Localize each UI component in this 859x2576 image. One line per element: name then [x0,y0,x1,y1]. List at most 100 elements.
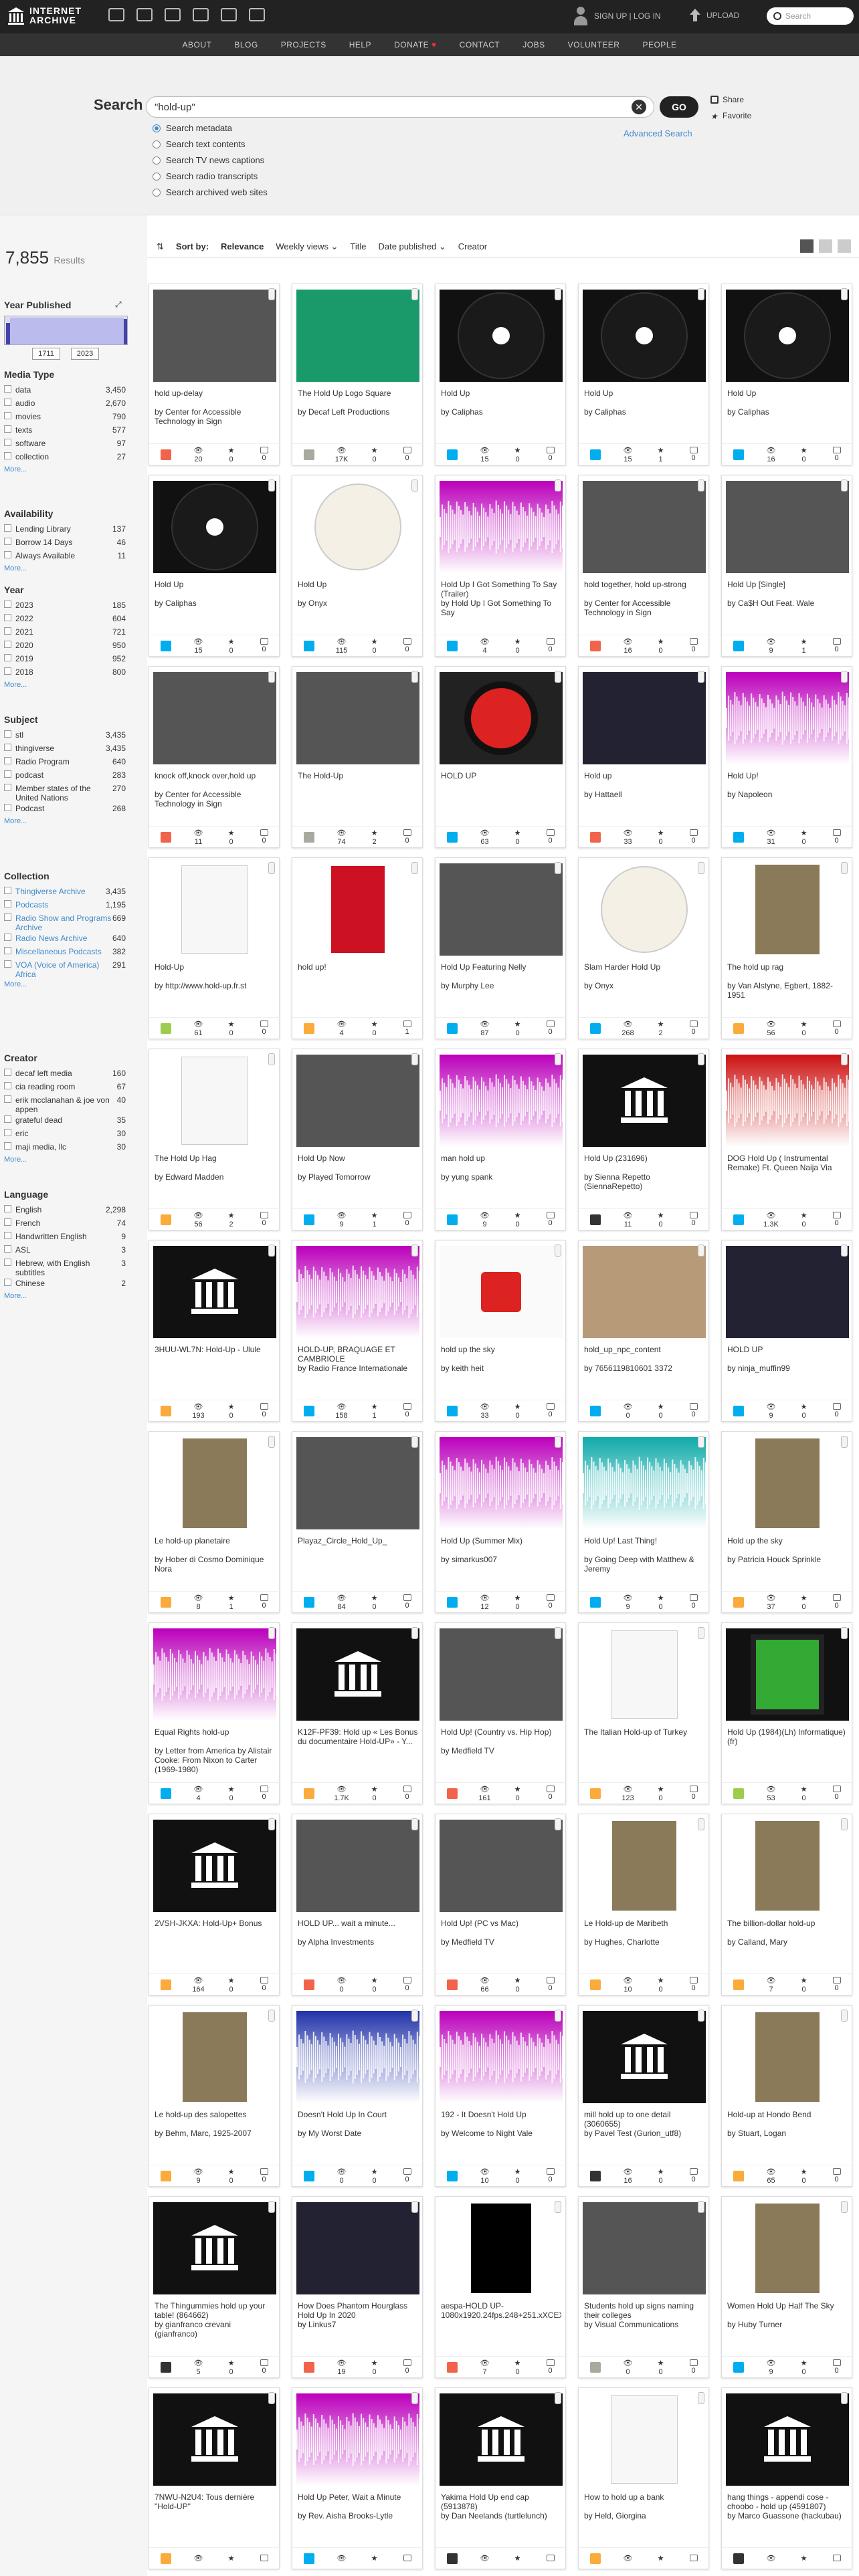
result-card[interactable]: mill hold up to one detail (3060655) by P… [578,2005,710,2187]
card-title[interactable]: The hold up rag [727,962,848,972]
top-search-input[interactable]: Search [767,7,854,25]
facet-more-link[interactable]: More... [4,681,27,689]
search-input[interactable]: "hold-up" [146,96,654,118]
result-card[interactable]: HOLD UP by ninja_muffin99 👁 9 ★ 0 0 [721,1240,853,1422]
card-title[interactable]: Hold Up I Got Something To Say (Trailer) [441,580,561,599]
photo-thumbnail[interactable] [583,2202,706,2294]
vinyl-thumbnail[interactable] [583,290,706,382]
result-card[interactable]: Hold Up by Caliphas 👁 15 ★ 0 0 [435,284,567,465]
facet-item[interactable]: Lending Library 137 [4,524,126,534]
result-card[interactable]: HOLD-UP, BRAQUAGE ET CAMBRIOLE by Radio F… [292,1240,423,1422]
nav-people[interactable]: PEOPLE [642,40,676,49]
sort-date[interactable]: Date published ⌄ [378,241,446,252]
result-card[interactable]: hold up! 👁 4 ★ 0 1 [292,857,423,1039]
year-histogram[interactable]: 1711 2023 [4,316,128,361]
result-card[interactable]: hold together, hold up-strong by Center f… [578,475,710,657]
facet-more-link[interactable]: More... [4,1292,27,1300]
card-title[interactable]: The Hold-Up [298,771,418,780]
facet-checkbox[interactable] [4,538,11,545]
facet-checkbox[interactable] [4,757,11,764]
facet-item[interactable]: collection 27 [4,452,126,461]
facet-more-link[interactable]: More... [4,1156,27,1164]
option-tv[interactable]: Search TV news captions [153,155,268,165]
photo-thumbnail[interactable] [296,1820,419,1912]
facet-checkbox[interactable] [4,654,11,661]
card-title[interactable]: Hold Up [298,580,418,589]
card-title[interactable]: 2VSH-JKXA: Hold-Up+ Bonus [155,1919,275,1928]
advanced-search-link[interactable]: Advanced Search [624,128,692,138]
software-icon[interactable] [221,8,237,21]
result-card[interactable]: HOLD UP 👁 63 ★ 0 0 [435,666,567,848]
facet-checkbox[interactable] [4,399,11,406]
result-card[interactable]: The Thingummies hold up your table! (864… [149,2196,280,2378]
waveform-thumbnail[interactable] [440,2011,563,2103]
card-title[interactable]: Slam Harder Hold Up [584,962,704,972]
result-card[interactable]: Hold Up! Last Thing! by Going Deep with M… [578,1431,710,1613]
card-title[interactable]: HOLD UP [727,1345,848,1354]
facet-more-link[interactable]: More... [4,817,27,825]
result-card[interactable]: Hold Up [Single] by Ca$H Out Feat. Wale 👁 9… [721,475,853,657]
vinyl-thumbnail[interactable] [583,863,706,956]
result-card[interactable]: hold_up_npc_content by 7656119810601 3372… [578,1240,710,1422]
facet-item[interactable]: Radio Program 640 [4,757,126,766]
result-card[interactable]: Hold-up at Hondo Bend by Stuart, Logan 👁 65… [721,2005,853,2187]
card-title[interactable]: Women Hold Up Half The Sky [727,2301,848,2311]
facet-item[interactable]: Member states of the United Nations 270 [4,784,126,802]
result-card[interactable]: The Hold-Up 👁 74 ★ 2 0 [292,666,423,848]
audio-icon[interactable] [193,8,209,21]
logo[interactable]: INTERNET ARCHIVE [7,5,81,25]
card-title[interactable]: Playaz_Circle_Hold_Up_ [298,1536,418,1545]
book-cover-thumbnail[interactable] [726,1437,849,1529]
option-web[interactable]: Search archived web sites [153,187,268,197]
result-card[interactable]: Hold-Up by http://www.hold-up.fr.st 👁 61 ★ 0 0 [149,857,280,1039]
card-title[interactable]: Hold Up [Single] [727,580,848,589]
card-title[interactable]: DOG Hold Up ( Instrumental Remake) Ft. Q… [727,1154,848,1172]
result-card[interactable]: The Italian Hold-up of Turkey 👁 123 ★ 0 0 [578,1622,710,1804]
facet-checkbox[interactable] [4,1142,11,1150]
facet-item[interactable]: French 74 [4,1218,126,1228]
facet-checkbox[interactable] [4,1082,11,1089]
facet-checkbox[interactable] [4,887,11,894]
result-card[interactable]: Playaz_Circle_Hold_Up_ 👁 84 ★ 0 0 [292,1431,423,1613]
result-card[interactable]: K12F-PF39: Hold up « Les Bonus du docume… [292,1622,423,1804]
result-card[interactable]: Hold Up by Caliphas 👁 15 ★ 1 0 [578,284,710,465]
card-title[interactable]: Hold Up (231696) [584,1154,704,1163]
result-card[interactable]: Hold Up Peter, Wait a Minute by Rev. Aish… [292,2387,423,2569]
result-card[interactable]: hold up-delay by Center for Accessible Te… [149,284,280,465]
facet-item[interactable]: thingiverse 3,435 [4,744,126,753]
book-cover-thumbnail[interactable] [726,863,849,956]
card-title[interactable]: Hold up [584,771,704,780]
facet-item[interactable]: decaf left media 160 [4,1069,126,1078]
waveform-thumbnail[interactable] [296,2393,419,2486]
facet-item[interactable]: Always Available 11 [4,551,126,560]
sort-relevance[interactable]: Relevance [221,241,264,251]
result-card[interactable]: Hold Up by Onyx 👁 115 ★ 0 0 [292,475,423,657]
facet-item[interactable]: texts 577 [4,425,126,435]
card-title[interactable]: Doesn't Hold Up In Court [298,2110,418,2119]
card-title[interactable]: hold up! [298,962,418,972]
sort-title[interactable]: Title [350,241,366,251]
cat-thumbnail[interactable] [583,1246,706,1338]
images-icon[interactable] [249,8,265,21]
result-card[interactable]: Hold Up (Summer Mix) by simarkus007 👁 12 ★ 0 0 [435,1431,567,1613]
go-button[interactable]: GO [660,96,698,118]
facet-checkbox[interactable] [4,804,11,811]
facet-item[interactable]: Borrow 14 Days 46 [4,538,126,547]
nav-help[interactable]: HELP [349,40,371,49]
book-cover[interactable] [331,866,385,953]
facet-item[interactable]: Hebrew, with English subtitles 3 [4,1259,126,1277]
screenshot-thumbnail[interactable] [296,2202,419,2294]
result-card[interactable]: Equal Rights hold-up by Letter from Ameri… [149,1622,280,1804]
web-icon[interactable] [108,8,124,21]
facet-checkbox[interactable] [4,1232,11,1239]
facet-item[interactable]: 2021 721 [4,627,126,637]
facet-checkbox[interactable] [4,1259,11,1266]
card-title[interactable]: Equal Rights hold-up [155,1727,275,1737]
result-card[interactable]: Le hold-up des salopettes by Behm, Marc, … [149,2005,280,2187]
facet-checkbox[interactable] [4,601,11,608]
option-text[interactable]: Search text contents [153,139,268,149]
compact-view-icon[interactable] [838,239,851,253]
result-card[interactable]: knock off,knock over,hold up by Center fo… [149,666,280,848]
result-card[interactable]: The hold up rag by Van Alstyne, Egbert, 1… [721,857,853,1039]
photo-thumbnail[interactable] [296,672,419,764]
